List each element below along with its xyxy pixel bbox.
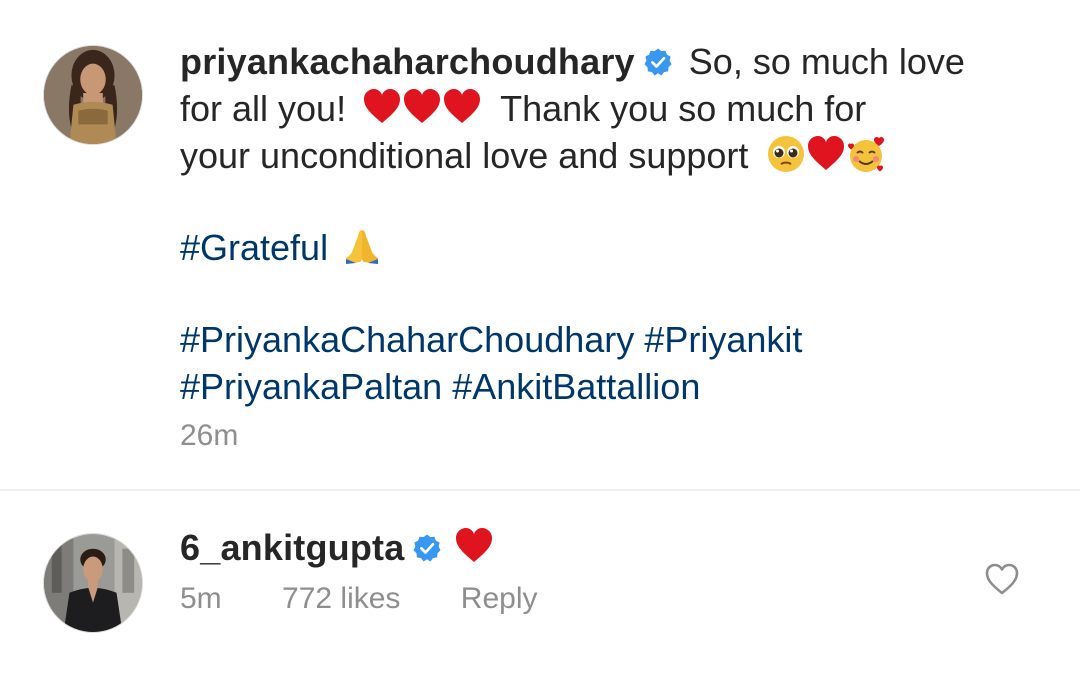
divider bbox=[0, 489, 1080, 491]
hashtag-ankitbattallion[interactable]: #AnkitBattallion bbox=[452, 366, 700, 407]
red-heart-emoji-icon bbox=[806, 134, 846, 174]
verified-badge-icon bbox=[643, 47, 673, 77]
main-comment: priyankachaharchoudhary So, so much love… bbox=[180, 38, 1040, 410]
red-heart-emoji-icon bbox=[454, 526, 494, 566]
reply-username[interactable]: 6_ankitgupta bbox=[180, 527, 404, 568]
hashtag-priyankapaltan[interactable]: #PriyankaPaltan bbox=[180, 366, 442, 407]
avatar-ankit[interactable] bbox=[43, 533, 143, 633]
reply-meta-row: 5m 772 likes Reply bbox=[180, 582, 537, 616]
red-heart-emoji-icon bbox=[402, 87, 442, 127]
red-heart-emoji-icon bbox=[442, 87, 482, 127]
hashtag-priyankit[interactable]: #Priyankit bbox=[644, 319, 802, 360]
comment-text-line1: So, so much love bbox=[688, 41, 965, 82]
red-heart-emoji-icon bbox=[362, 87, 402, 127]
verified-badge-icon bbox=[412, 533, 442, 563]
reply-timestamp: 5m bbox=[180, 582, 222, 615]
comment-text-line2b: Thank you so much for bbox=[500, 88, 867, 129]
comment-timestamp: 26m bbox=[180, 419, 239, 452]
pleading-face-emoji-icon bbox=[766, 134, 806, 174]
comment-username[interactable]: priyankachaharchoudhary bbox=[180, 41, 635, 82]
reply-comment: 6_ankitgupta bbox=[180, 525, 494, 571]
heart-outline-icon[interactable] bbox=[984, 562, 1020, 596]
reply-button[interactable]: Reply bbox=[461, 582, 538, 616]
smiling-face-with-hearts-emoji-icon bbox=[846, 134, 886, 174]
reply-likes-count[interactable]: 772 likes bbox=[282, 582, 400, 616]
hashtag-priyankachaharchoudhary[interactable]: #PriyankaChaharChoudhary bbox=[180, 319, 634, 360]
avatar-priyanka[interactable] bbox=[43, 45, 143, 145]
comment-text-line3: your unconditional love and support bbox=[180, 135, 749, 176]
hashtag-grateful[interactable]: #Grateful bbox=[180, 227, 328, 268]
folded-hands-emoji-icon bbox=[342, 226, 382, 266]
comment-text-line2a: for all you! bbox=[180, 88, 347, 129]
